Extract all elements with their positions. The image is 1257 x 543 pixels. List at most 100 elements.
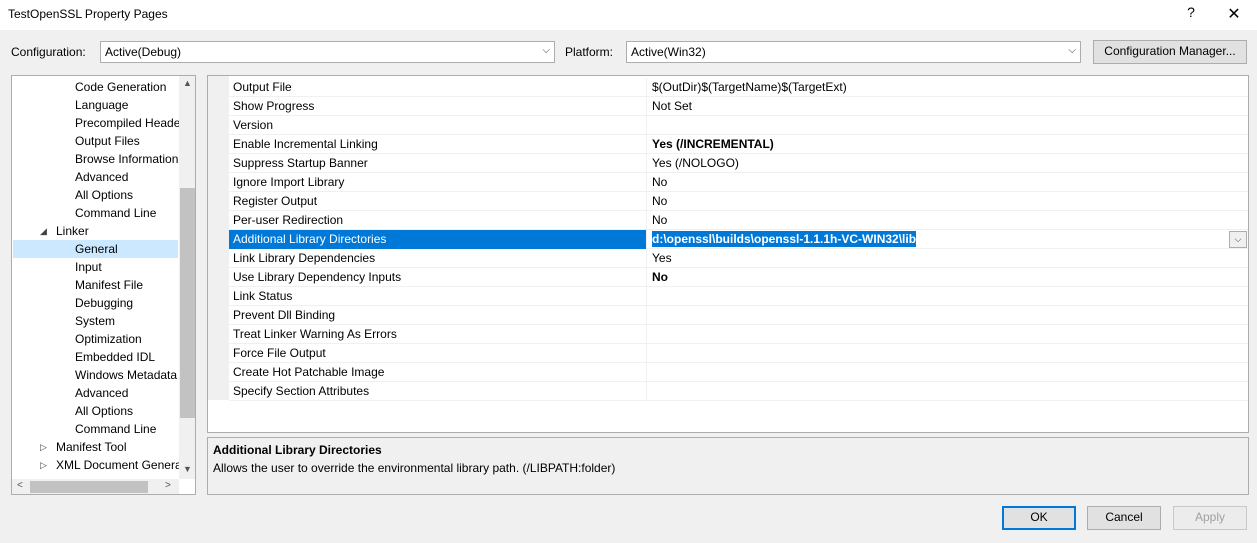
property-value[interactable] xyxy=(648,287,1248,306)
tree-item[interactable]: Command Line xyxy=(13,420,178,438)
tree-item[interactable]: Optimization xyxy=(13,330,178,348)
property-row[interactable]: Suppress Startup Banner Yes (/NOLOGO) xyxy=(229,154,1248,173)
configuration-manager-button[interactable]: Configuration Manager... xyxy=(1093,40,1247,64)
property-value[interactable] xyxy=(648,382,1248,401)
property-name: Output File xyxy=(229,78,647,97)
property-name: Per-user Redirection xyxy=(229,211,647,230)
tree-item[interactable]: Precompiled Heade xyxy=(13,114,181,132)
property-name: Ignore Import Library xyxy=(229,173,647,192)
tree-horizontal-scrollbar[interactable]: < > xyxy=(12,479,179,494)
property-value[interactable]: No xyxy=(648,268,1248,287)
tree-item[interactable]: ▷ Manifest Tool xyxy=(13,438,178,456)
property-row[interactable]: Ignore Import Library No xyxy=(229,173,1248,192)
tree-item[interactable]: Windows Metadata xyxy=(13,366,178,384)
chevron-down-icon: ⌵ xyxy=(1234,234,1242,244)
property-value[interactable] xyxy=(648,116,1248,135)
property-row[interactable]: Link Status xyxy=(229,287,1248,306)
window-title: TestOpenSSL Property Pages xyxy=(8,7,168,21)
property-value[interactable] xyxy=(648,363,1248,382)
tree-item[interactable]: Command Line xyxy=(13,204,178,222)
tree-item[interactable]: General xyxy=(13,240,178,258)
ok-button[interactable]: OK xyxy=(1002,506,1076,530)
tree-item-label: Manifest File xyxy=(75,278,144,292)
tree-item-label: Output Files xyxy=(75,134,140,148)
tree-item[interactable]: Advanced xyxy=(13,384,178,402)
property-name: Force File Output xyxy=(229,344,647,363)
scroll-right-icon[interactable]: > xyxy=(165,480,171,491)
property-value[interactable]: Not Set xyxy=(648,97,1248,116)
chevron-down-icon: ⌵ xyxy=(1068,45,1076,56)
tree-item[interactable]: Language xyxy=(13,96,178,114)
scroll-down-icon[interactable]: ▼ xyxy=(179,464,195,474)
property-value-text: $(OutDir)$(TargetName)$(TargetExt) xyxy=(652,80,847,94)
property-row[interactable]: Use Library Dependency Inputs No xyxy=(229,268,1248,287)
tree-item-label: Windows Metadata xyxy=(75,368,178,382)
property-row[interactable]: Prevent Dll Binding xyxy=(229,306,1248,325)
property-value-text: No xyxy=(652,194,668,208)
property-value[interactable] xyxy=(648,306,1248,325)
property-row[interactable]: Output File $(OutDir)$(TargetName)$(Targe… xyxy=(229,78,1248,97)
property-value-text: d:\openssl\builds\openssl-1.1.1h-VC-WIN3… xyxy=(652,231,917,247)
property-value[interactable]: Yes xyxy=(648,249,1248,268)
property-value[interactable]: No xyxy=(648,173,1248,192)
property-row[interactable]: Link Library Dependencies Yes xyxy=(229,249,1248,268)
description-title: Additional Library Directories xyxy=(213,443,382,457)
property-value[interactable]: No xyxy=(648,211,1248,230)
tree-item[interactable]: Code Generation xyxy=(13,78,178,96)
property-row[interactable]: Force File Output xyxy=(229,344,1248,363)
property-row[interactable]: Show Progress Not Set xyxy=(229,97,1248,116)
property-row[interactable]: Enable Incremental Linking Yes (/INCREMEN… xyxy=(229,135,1248,154)
property-row[interactable]: Create Hot Patchable Image xyxy=(229,363,1248,382)
property-value-text: Yes (/INCREMENTAL) xyxy=(652,137,774,151)
close-button[interactable]: ✕ xyxy=(1222,4,1246,24)
property-name: Link Library Dependencies xyxy=(229,249,647,268)
tree-vertical-scrollbar[interactable]: ▲ ▼ xyxy=(179,76,195,479)
platform-dropdown[interactable]: Active(Win32) ⌵ xyxy=(626,41,1081,63)
property-row[interactable]: Version xyxy=(229,116,1248,135)
tree-item[interactable]: Manifest File xyxy=(13,276,178,294)
help-button[interactable]: ? xyxy=(1180,4,1202,20)
tree-item[interactable]: Debugging xyxy=(13,294,178,312)
cancel-button[interactable]: Cancel xyxy=(1087,506,1161,530)
tree-item[interactable]: System xyxy=(13,312,178,330)
grid-gutter xyxy=(208,76,229,400)
tree-item[interactable]: ▷ XML Document Genera xyxy=(13,456,182,474)
tree-item[interactable]: Embedded IDL xyxy=(13,348,178,366)
property-grid[interactable]: Output File $(OutDir)$(TargetName)$(Targe… xyxy=(207,75,1249,433)
value-dropdown-button[interactable]: ⌵ xyxy=(1229,231,1247,248)
property-value-text: No xyxy=(652,213,668,227)
scroll-up-icon[interactable]: ▲ xyxy=(179,78,195,88)
tree-scroll-thumb[interactable] xyxy=(180,188,195,418)
tree-item[interactable]: ◢ Linker xyxy=(13,222,178,240)
tree-item[interactable]: Input xyxy=(13,258,178,276)
apply-button[interactable]: Apply xyxy=(1173,506,1247,530)
tree-item[interactable]: All Options xyxy=(13,402,178,420)
property-row[interactable]: Specify Section Attributes xyxy=(229,382,1248,401)
property-row[interactable]: Register Output No xyxy=(229,192,1248,211)
tree-item[interactable]: Advanced xyxy=(13,168,178,186)
property-value[interactable]: No xyxy=(648,192,1248,211)
property-name: Link Status xyxy=(229,287,647,306)
collapsed-arrow-icon[interactable]: ▷ xyxy=(40,438,47,456)
property-value[interactable] xyxy=(648,325,1248,344)
property-value[interactable]: $(OutDir)$(TargetName)$(TargetExt) xyxy=(648,78,1248,97)
property-value[interactable]: Yes (/INCREMENTAL) xyxy=(648,135,1248,154)
property-value[interactable]: d:\openssl\builds\openssl-1.1.1h-VC-WIN3… xyxy=(648,230,1248,249)
platform-value: Active(Win32) xyxy=(631,45,706,59)
category-tree[interactable]: Code Generation Language Precompiled Heade… xyxy=(11,75,196,495)
configuration-dropdown[interactable]: Active(Debug) ⌵ xyxy=(100,41,555,63)
tree-item-label: Precompiled Heade xyxy=(75,116,181,130)
property-row[interactable]: Treat Linker Warning As Errors xyxy=(229,325,1248,344)
tree-item[interactable]: Output Files xyxy=(13,132,178,150)
expanded-arrow-icon[interactable]: ◢ xyxy=(40,222,47,240)
property-value[interactable] xyxy=(648,344,1248,363)
tree-item[interactable]: Browse Information xyxy=(13,150,178,168)
property-row[interactable]: Per-user Redirection No xyxy=(229,211,1248,230)
tree-hscroll-thumb[interactable] xyxy=(30,481,148,493)
scroll-left-icon[interactable]: < xyxy=(17,480,23,491)
property-row[interactable]: Additional Library Directories d:\openssl… xyxy=(229,230,1248,249)
tree-item[interactable]: All Options xyxy=(13,186,178,204)
collapsed-arrow-icon[interactable]: ▷ xyxy=(40,456,47,474)
property-value[interactable]: Yes (/NOLOGO) xyxy=(648,154,1248,173)
tree-item-label: Manifest Tool xyxy=(56,440,127,454)
